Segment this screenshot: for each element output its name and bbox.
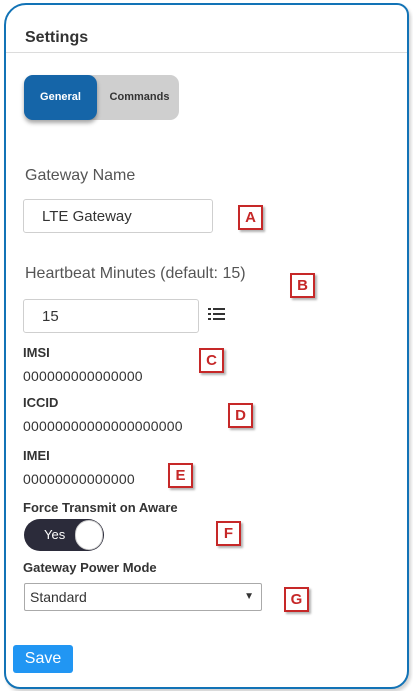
iccid-label: ICCID [23, 395, 59, 410]
tab-commands[interactable]: Commands [102, 75, 177, 120]
power-mode-select[interactable]: Standard ▼ [24, 583, 262, 611]
force-transmit-toggle[interactable]: Yes [24, 519, 104, 551]
gateway-name-label: Gateway Name [25, 167, 136, 184]
iccid-value: 00000000000000000000 [23, 418, 183, 434]
annotation-marker-a: A [238, 205, 263, 230]
tab-group: General Commands [24, 75, 179, 120]
caret-down-icon: ▼ [244, 591, 254, 602]
imei-label: IMEI [23, 448, 50, 463]
settings-panel: Settings General Commands Gateway Name L… [4, 3, 409, 689]
annotation-marker-d: D [228, 403, 253, 428]
power-mode-selected: Standard [30, 589, 87, 605]
annotation-marker-c: C [199, 348, 224, 373]
heartbeat-label: Heartbeat Minutes (default: 15) [25, 265, 246, 282]
force-transmit-label: Force Transmit on Aware [23, 500, 178, 515]
save-button[interactable]: Save [13, 645, 73, 673]
heartbeat-input[interactable]: 15 [23, 299, 199, 333]
imsi-value: 000000000000000 [23, 368, 143, 384]
list-icon[interactable] [208, 307, 226, 321]
toggle-knob [75, 520, 103, 550]
gateway-name-input[interactable]: LTE Gateway [23, 199, 213, 233]
annotation-marker-b: B [290, 273, 315, 298]
toggle-state-label: Yes [44, 527, 66, 542]
imsi-label: IMSI [23, 345, 50, 360]
page-title: Settings [25, 29, 89, 46]
annotation-marker-g: G [284, 587, 309, 612]
power-mode-label: Gateway Power Mode [23, 560, 157, 575]
tab-general[interactable]: General [24, 75, 97, 120]
settings-header: Settings [6, 5, 407, 53]
annotation-marker-f: F [216, 521, 241, 546]
annotation-marker-e: E [168, 463, 193, 488]
imei-value: 00000000000000 [23, 471, 135, 487]
